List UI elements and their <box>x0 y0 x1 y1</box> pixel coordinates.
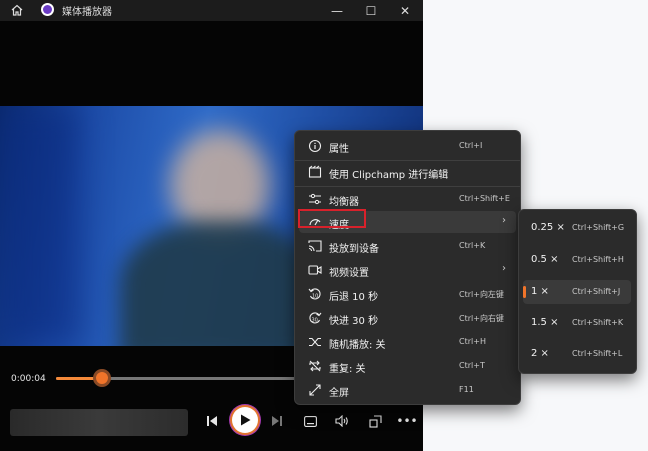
play-icon <box>241 414 251 426</box>
context-menu: 属性 Ctrl+I 使用 Clipchamp 进行编辑 均衡器 Ctrl+Shi… <box>294 130 521 405</box>
menu-item-label: 随机播放: 关 <box>329 340 386 351</box>
menu-item-video-settings[interactable]: 视频设置 › <box>299 259 516 281</box>
current-time: 0:00:04 <box>11 374 46 384</box>
menu-item-shortcut: F11 <box>459 385 474 394</box>
miniplayer-icon <box>368 414 382 428</box>
video-settings-icon <box>308 265 322 275</box>
title-bar: 媒体播放器 — ☐ ✕ <box>0 0 423 21</box>
next-button[interactable] <box>268 409 286 433</box>
menu-item-shortcut: Ctrl+Shift+E <box>459 194 510 203</box>
more-icon: ••• <box>396 414 418 428</box>
speed-option-1-5[interactable]: 1.5 × Ctrl+Shift+K <box>523 311 631 335</box>
menu-item-label: 均衡器 <box>329 197 359 208</box>
speed-option-shortcut: Ctrl+Shift+K <box>572 318 624 327</box>
volume-button[interactable] <box>333 409 351 433</box>
video-blur-region <box>120 221 320 346</box>
speed-option-shortcut: Ctrl+Shift+H <box>572 255 624 264</box>
equalizer-icon <box>309 193 321 205</box>
speed-option-2[interactable]: 2 × Ctrl+Shift+L <box>523 342 631 366</box>
menu-item-fullscreen[interactable]: 全屏 F11 <box>299 379 516 401</box>
menu-item-label: 视频设置 <box>329 268 369 279</box>
miniplayer-button[interactable] <box>366 409 384 433</box>
seek-bar-thumb[interactable] <box>96 372 108 384</box>
menu-item-label: 重复: 关 <box>329 364 366 375</box>
menu-item-label: 快进 30 秒 <box>329 316 379 327</box>
speed-option-label: 1 × <box>531 286 549 297</box>
info-icon <box>308 139 322 153</box>
play-button[interactable] <box>232 407 258 433</box>
next-icon <box>272 416 282 426</box>
cast-icon <box>308 240 322 252</box>
fullscreen-icon <box>309 384 321 396</box>
close-button[interactable]: ✕ <box>388 0 422 21</box>
speed-option-shortcut: Ctrl+Shift+L <box>572 349 623 358</box>
minimize-button[interactable]: — <box>320 0 354 21</box>
chevron-right-icon: › <box>502 263 506 274</box>
menu-item-shortcut: Ctrl+K <box>459 241 486 250</box>
speed-option-label: 2 × <box>531 348 549 359</box>
menu-item-label: 全屏 <box>329 388 349 399</box>
video-blur-region <box>0 106 80 346</box>
menu-item-shortcut: Ctrl+T <box>459 361 485 370</box>
speed-submenu: 0.25 × Ctrl+Shift+G 0.5 × Ctrl+Shift+H 1… <box>518 209 637 374</box>
repeat-icon <box>309 360 321 372</box>
menu-item-shuffle[interactable]: 随机播放: 关 Ctrl+H <box>299 331 516 353</box>
speed-option-shortcut: Ctrl+Shift+G <box>572 223 625 232</box>
menu-item-properties[interactable]: 属性 Ctrl+I <box>299 135 516 157</box>
menu-item-cast[interactable]: 投放到设备 Ctrl+K <box>299 235 516 257</box>
subtitles-icon <box>303 415 317 427</box>
svg-text:30: 30 <box>312 318 318 324</box>
maximize-button[interactable]: ☐ <box>354 0 388 21</box>
speed-option-1[interactable]: 1 × Ctrl+Shift+J <box>523 280 631 304</box>
menu-item-clipchamp[interactable]: 使用 Clipchamp 进行编辑 <box>299 161 516 183</box>
menu-item-label: 属性 <box>329 144 349 155</box>
menu-item-shortcut: Ctrl+H <box>459 337 486 346</box>
speed-option-label: 0.25 × <box>531 222 565 233</box>
menu-item-shortcut: Ctrl+向右键 <box>459 314 504 323</box>
highlight-box <box>298 209 366 228</box>
volume-icon <box>335 415 348 427</box>
menu-item-label: 后退 10 秒 <box>329 292 379 303</box>
chevron-right-icon: › <box>502 215 506 226</box>
previous-button[interactable] <box>203 409 221 433</box>
selected-indicator <box>523 286 526 298</box>
clipchamp-icon <box>308 165 322 178</box>
shuffle-icon <box>309 337 321 347</box>
svg-text:10: 10 <box>312 294 318 300</box>
speed-option-0-5[interactable]: 0.5 × Ctrl+Shift+H <box>523 248 631 272</box>
window-title: 媒体播放器 <box>62 7 112 18</box>
menu-item-repeat[interactable]: 重复: 关 Ctrl+T <box>299 355 516 377</box>
menu-item-rewind-10[interactable]: 10 后退 10 秒 Ctrl+向左键 <box>299 283 516 305</box>
speed-option-label: 0.5 × <box>531 254 559 265</box>
speed-option-shortcut: Ctrl+Shift+J <box>572 287 621 296</box>
more-options-button[interactable]: ••• <box>396 409 418 433</box>
media-info-area <box>10 409 188 436</box>
forward-30-icon: 30 <box>309 312 322 324</box>
menu-item-shortcut: Ctrl+向左键 <box>459 290 504 299</box>
speed-option-0-25[interactable]: 0.25 × Ctrl+Shift+G <box>523 216 631 240</box>
home-icon[interactable] <box>10 3 24 17</box>
menu-item-label: 投放到设备 <box>329 244 379 255</box>
subtitles-button[interactable] <box>301 409 319 433</box>
app-logo-icon <box>41 3 54 16</box>
speed-option-label: 1.5 × <box>531 317 559 328</box>
rewind-10-icon: 10 <box>308 288 321 300</box>
previous-icon <box>207 416 217 426</box>
menu-item-label: 使用 Clipchamp 进行编辑 <box>329 170 449 181</box>
menu-item-equalizer[interactable]: 均衡器 Ctrl+Shift+E <box>299 188 516 210</box>
menu-item-forward-30[interactable]: 30 快进 30 秒 Ctrl+向右键 <box>299 307 516 329</box>
menu-item-shortcut: Ctrl+I <box>459 141 483 150</box>
menu-divider <box>295 186 520 187</box>
